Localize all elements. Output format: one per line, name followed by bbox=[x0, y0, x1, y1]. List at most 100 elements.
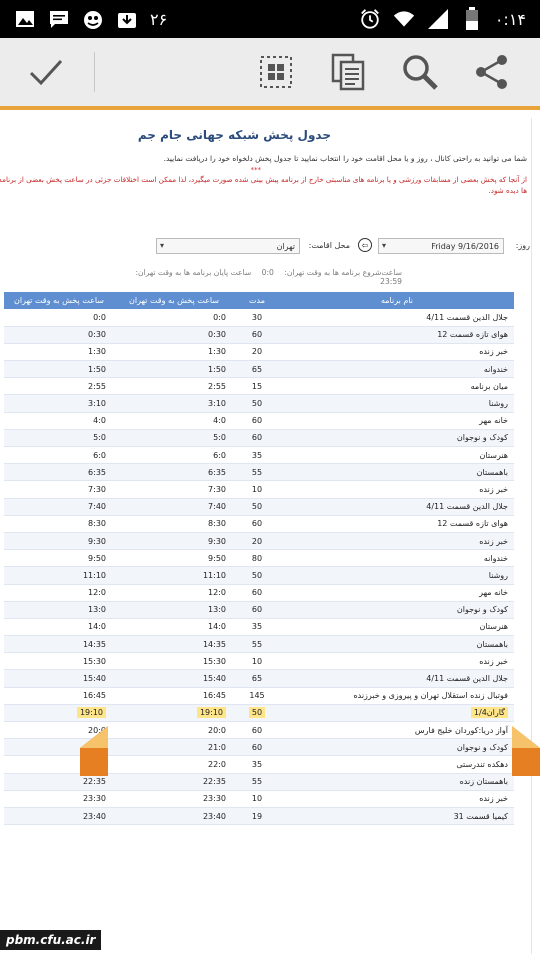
table-row: 14:35 14:35 55 باهمستان bbox=[4, 635, 514, 654]
action-bar bbox=[0, 38, 540, 106]
search-button[interactable] bbox=[388, 42, 452, 102]
cell-time-tehran: 0:0 bbox=[114, 309, 234, 327]
cell-program-name[interactable]: کودک و نوجوان bbox=[280, 601, 514, 619]
cell-program-name[interactable]: هنرستان bbox=[280, 618, 514, 637]
cell-program-name[interactable]: هنرستان bbox=[280, 446, 514, 465]
cell-time-tehran: 9:50 bbox=[114, 549, 234, 568]
table-row: 16:45 16:45 145 فوتبال زنده استقلال تهران و… bbox=[4, 687, 514, 705]
table-row: 23:30 23:30 10 خبر زنده bbox=[4, 790, 514, 808]
header-program-name: نام برنامه bbox=[280, 292, 514, 309]
table-row: 9:30 9:30 20 خبر زنده bbox=[4, 532, 514, 551]
alarm-icon bbox=[359, 8, 381, 30]
cell-program-name[interactable]: باهمستان زنده bbox=[280, 773, 514, 791]
residence-select[interactable]: تهران ▾ bbox=[156, 238, 300, 254]
table-row: 0:30 0:30 60 هوای تازه قسمت 12 bbox=[4, 326, 514, 344]
message-icon bbox=[48, 8, 70, 30]
cell-program-name[interactable]: خبر زنده bbox=[280, 532, 514, 551]
cell-time-tehran-2: 8:30 bbox=[4, 515, 114, 533]
cell-program-name[interactable]: خانه مهر bbox=[280, 412, 514, 430]
cell-time-tehran: 6:35 bbox=[114, 463, 234, 482]
cell-duration: 20 bbox=[234, 532, 280, 551]
cell-program-name[interactable]: گاران1/4 bbox=[280, 704, 514, 723]
table-row: 3:10 3:10 50 روشنا bbox=[4, 394, 514, 413]
cell-program-name[interactable]: خندوانه bbox=[280, 549, 514, 568]
cell-time-tehran-2: 6:35 bbox=[4, 463, 114, 482]
done-button[interactable] bbox=[16, 42, 76, 102]
cell-time-tehran-2: 0:30 bbox=[4, 326, 114, 344]
day-select-value: Friday 9/16/2016 bbox=[431, 241, 499, 251]
cell-program-name[interactable]: دهکده تندرستی bbox=[280, 755, 514, 774]
share-button[interactable] bbox=[460, 42, 524, 102]
table-row: 23:40 23:40 19 کیمیا قسمت 31 bbox=[4, 807, 514, 826]
web-content: جدول پخش شبکه جهانی جام جم شما می توانید… bbox=[0, 110, 540, 960]
select-all-button[interactable] bbox=[244, 42, 308, 102]
table-row: 0:0 0:0 30 جلال الدین قسمت 4/11 bbox=[4, 309, 514, 327]
cell-program-name[interactable]: روشنا bbox=[280, 566, 514, 585]
chevron-down-icon: ▾ bbox=[382, 241, 387, 250]
cell-time-tehran-2: 15:30 bbox=[4, 652, 114, 671]
search-icon bbox=[403, 55, 438, 90]
cell-duration: 50 bbox=[234, 394, 280, 413]
wifi-icon bbox=[393, 8, 415, 30]
table-row: 4:0 4:0 60 خانه مهر bbox=[4, 412, 514, 430]
cell-program-name[interactable]: آواز دریا:کوردان خلیج فارس bbox=[280, 721, 514, 740]
cell-duration: 145 bbox=[234, 687, 280, 705]
cell-time-tehran-2: 14:35 bbox=[4, 635, 114, 654]
copy-icon bbox=[331, 53, 365, 91]
cell-duration: 35 bbox=[234, 755, 280, 774]
cell-program-name[interactable]: هوای تازه قسمت 12 bbox=[280, 515, 514, 533]
cell-time-tehran: 9:30 bbox=[114, 532, 234, 551]
cell-program-name[interactable]: جلال الدین قسمت 4/11 bbox=[280, 669, 514, 688]
cell-time-tehran-2: 11:10 bbox=[4, 566, 114, 585]
copy-button[interactable] bbox=[316, 42, 380, 102]
cell-program-name[interactable]: هوای تازه قسمت 12 bbox=[280, 326, 514, 344]
day-nav-button[interactable]: ⇦ bbox=[358, 238, 372, 252]
day-select[interactable]: Friday 9/16/2016 ▾ bbox=[378, 238, 504, 254]
start-time-value: 0:0 bbox=[261, 268, 274, 277]
cell-duration: 65 bbox=[234, 669, 280, 688]
cell-time-tehran-2: 2:55 bbox=[4, 377, 114, 396]
pointer-arrow-left bbox=[80, 726, 108, 776]
cell-time-tehran: 16:45 bbox=[114, 687, 234, 705]
cell-program-name[interactable]: باهمستان bbox=[280, 635, 514, 654]
cell-time-tehran-2: 1:50 bbox=[4, 360, 114, 379]
cell-program-name[interactable]: روشنا bbox=[280, 394, 514, 413]
cell-time-tehran: 1:30 bbox=[114, 343, 234, 362]
table-row: 19:10 19:10 50 گاران1/4 bbox=[4, 704, 514, 723]
table-row: 14:0 14:0 35 هنرستان bbox=[4, 618, 514, 637]
cell-duration: 60 bbox=[234, 738, 280, 757]
cell-program-name[interactable]: خندوانه bbox=[280, 360, 514, 379]
cell-program-name[interactable]: میان برنامه bbox=[280, 377, 514, 396]
cell-program-name[interactable]: خبر زنده bbox=[280, 343, 514, 362]
signal-icon bbox=[427, 8, 449, 30]
table-row: 15:30 15:30 10 خبر زنده bbox=[4, 652, 514, 671]
cell-program-name[interactable]: فوتبال زنده استقلال تهران و پیروزی و خبر… bbox=[280, 687, 514, 705]
cell-time-tehran: 23:40 bbox=[114, 807, 234, 826]
cell-program-name[interactable]: خانه مهر bbox=[280, 584, 514, 602]
residence-label: محل اقامت: bbox=[308, 241, 350, 250]
cell-time-tehran: 12:0 bbox=[114, 584, 234, 602]
table-row: 11:10 11:10 50 روشنا bbox=[4, 566, 514, 585]
app-notification-icon bbox=[82, 8, 104, 30]
cell-program-name[interactable]: باهمستان bbox=[280, 463, 514, 482]
cell-program-name[interactable]: کودک و نوجوان bbox=[280, 429, 514, 448]
cell-program-name[interactable]: خبر زنده bbox=[280, 790, 514, 808]
cell-time-tehran: 4:0 bbox=[114, 412, 234, 430]
table-row: 7:30 7:30 10 خبر زنده bbox=[4, 480, 514, 499]
cell-program-name[interactable]: جلال الدین قسمت 4/11 bbox=[280, 498, 514, 516]
cell-time-tehran: 23:30 bbox=[114, 790, 234, 808]
cell-program-name[interactable]: کودک و نوجوان bbox=[280, 738, 514, 757]
download-icon bbox=[116, 8, 138, 30]
cell-duration: 50 bbox=[234, 566, 280, 585]
end-time-label: ساعت پایان برنامه ها به وقت تهران: bbox=[135, 268, 252, 277]
cell-duration: 60 bbox=[234, 326, 280, 344]
cell-duration: 60 bbox=[234, 721, 280, 740]
table-row: 7:40 7:40 50 جلال الدین قسمت 4/11 bbox=[4, 498, 514, 516]
cell-program-name[interactable]: کیمیا قسمت 31 bbox=[280, 807, 514, 826]
clock: ۰:۱۴ bbox=[494, 9, 526, 29]
start-time-label: ساعت‌شروع برنامه ها به وقت تهران: bbox=[284, 268, 402, 277]
cell-program-name[interactable]: خبر زنده bbox=[280, 652, 514, 671]
cell-program-name[interactable]: جلال الدین قسمت 4/11 bbox=[280, 309, 514, 327]
cell-program-name[interactable]: خبر زنده bbox=[280, 480, 514, 499]
cell-time-tehran: 3:10 bbox=[114, 394, 234, 413]
